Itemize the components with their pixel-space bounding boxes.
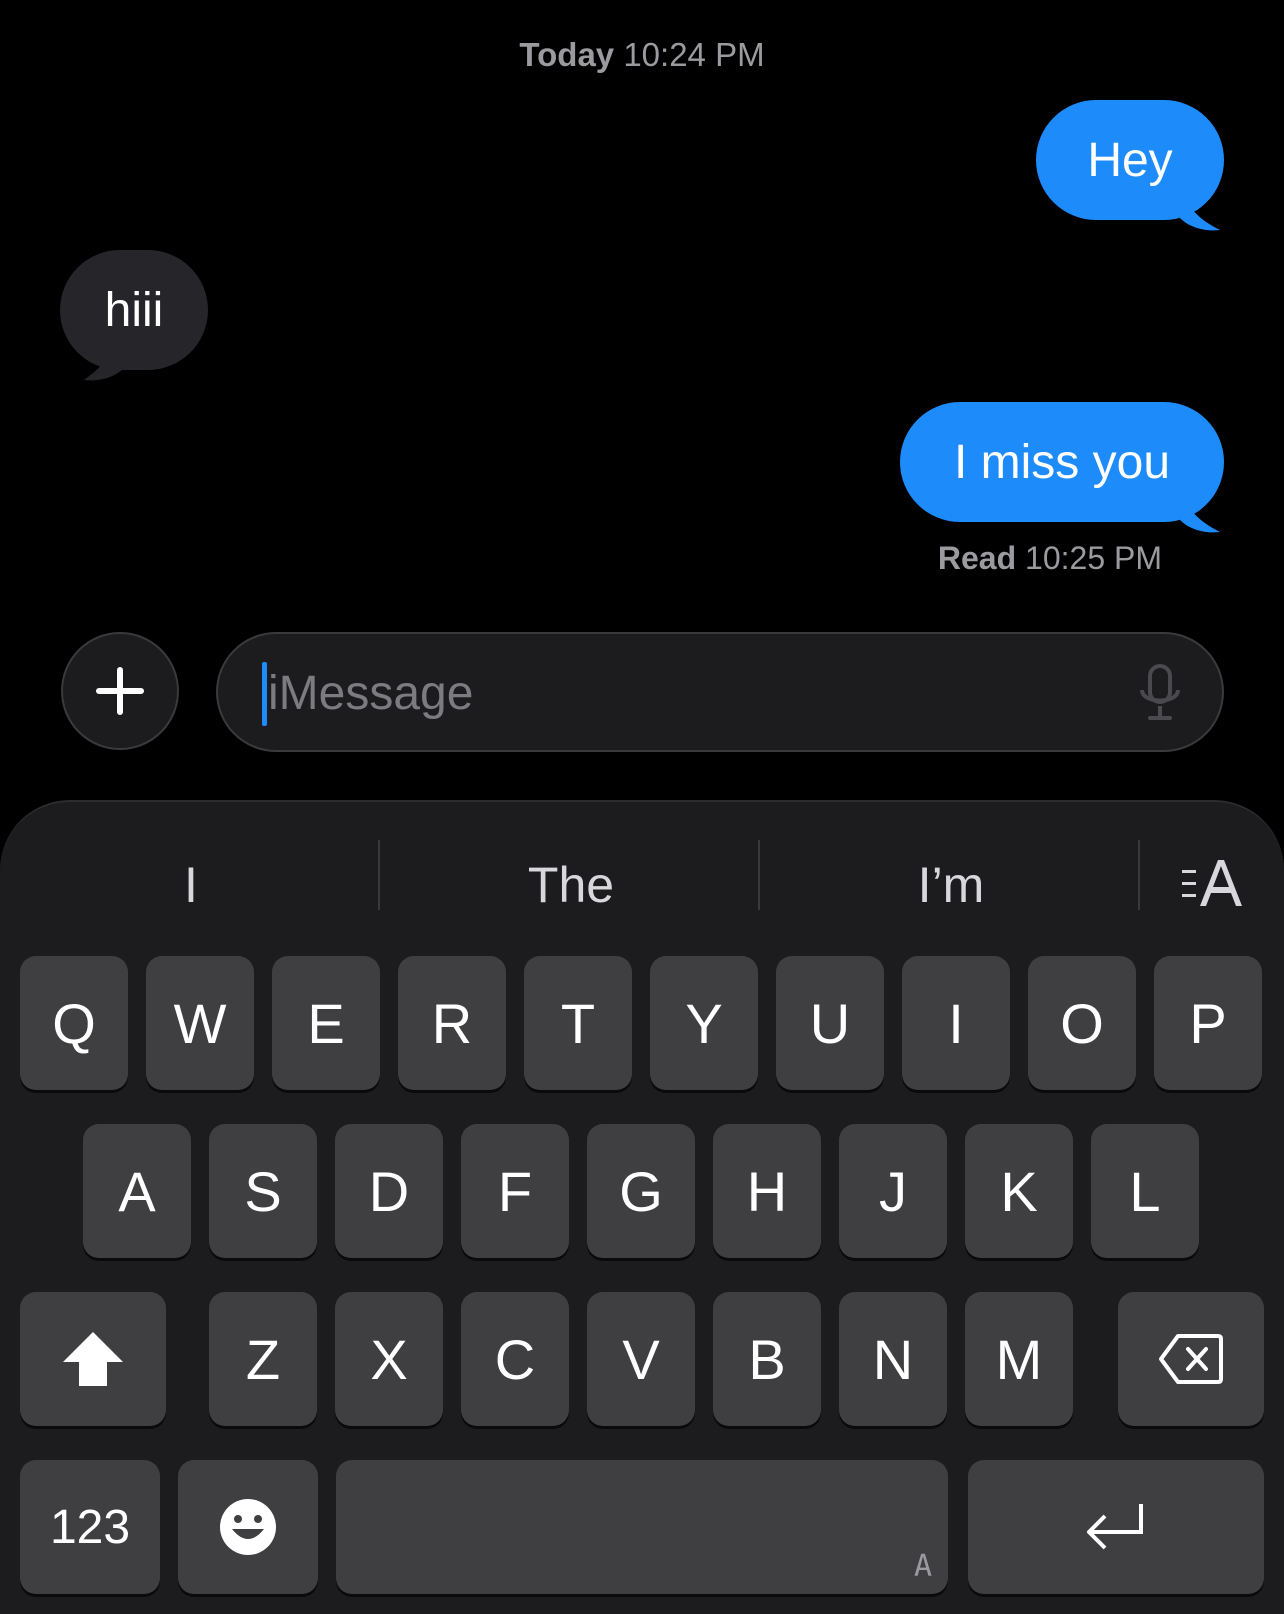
read-time: 10:25 PM — [1025, 540, 1162, 576]
microphone-icon[interactable] — [1138, 664, 1182, 724]
emoji-icon — [220, 1499, 276, 1555]
key-l[interactable]: L — [1091, 1124, 1199, 1258]
key-h[interactable]: H — [713, 1124, 821, 1258]
plus-icon — [96, 667, 144, 715]
key-label: C — [494, 1327, 536, 1391]
return-arrow-icon — [1087, 1504, 1143, 1550]
key-label: U — [809, 991, 851, 1055]
key-label: Z — [245, 1327, 281, 1391]
read-receipt: Read 10:25 PM — [938, 540, 1162, 577]
key-label: R — [431, 991, 473, 1055]
key-f[interactable]: F — [461, 1124, 569, 1258]
key-label: Y — [685, 991, 723, 1055]
key-label: X — [370, 1327, 408, 1391]
timestamp-time: 10:24 PM — [623, 36, 765, 73]
key-label: F — [497, 1159, 533, 1223]
key-i[interactable]: I — [902, 956, 1010, 1090]
key-label: K — [1000, 1159, 1038, 1223]
suggestion-2[interactable]: The — [388, 840, 754, 930]
key-r[interactable]: R — [398, 956, 506, 1090]
key-x[interactable]: X — [335, 1292, 443, 1426]
read-label: Read — [937, 540, 1017, 576]
message-text: I miss you — [953, 435, 1171, 489]
text-caret — [262, 662, 267, 726]
key-label: W — [173, 991, 227, 1055]
key-o[interactable]: O — [1028, 956, 1136, 1090]
bubble-tail — [84, 340, 124, 381]
key-label: 123 — [49, 1500, 131, 1554]
key-e[interactable]: E — [272, 956, 380, 1090]
return-key[interactable] — [968, 1460, 1264, 1594]
key-u[interactable]: U — [776, 956, 884, 1090]
key-label: B — [748, 1327, 786, 1391]
key-label: O — [1060, 991, 1104, 1055]
shift-arrow-icon — [63, 1332, 123, 1386]
key-p[interactable]: P — [1154, 956, 1262, 1090]
timestamp-day: Today — [519, 36, 615, 73]
backspace-icon — [1159, 1334, 1223, 1384]
key-label: J — [879, 1159, 907, 1223]
message-text: Hey — [1087, 133, 1173, 187]
divider — [758, 840, 760, 910]
key-g[interactable]: G — [587, 1124, 695, 1258]
emoji-key[interactable] — [178, 1460, 318, 1594]
outgoing-message-bubble[interactable]: I miss you — [900, 402, 1224, 522]
key-label: A — [118, 1159, 156, 1223]
key-label: E — [307, 991, 345, 1055]
key-n[interactable]: N — [839, 1292, 947, 1426]
suggestion-1[interactable]: I — [8, 840, 374, 930]
key-label: V — [622, 1327, 660, 1391]
numbers-key[interactable]: 123 — [20, 1460, 160, 1594]
key-z[interactable]: Z — [209, 1292, 317, 1426]
key-label: D — [368, 1159, 410, 1223]
key-t[interactable]: T — [524, 956, 632, 1090]
key-label: S — [244, 1159, 282, 1223]
key-b[interactable]: B — [713, 1292, 821, 1426]
key-label: M — [995, 1327, 1043, 1391]
bubble-tail — [1180, 492, 1220, 533]
key-label: L — [1129, 1159, 1161, 1223]
divider — [1138, 840, 1140, 910]
key-m[interactable]: M — [965, 1292, 1073, 1426]
key-s[interactable]: S — [209, 1124, 317, 1258]
conversation-timestamp: Today 10:24 PM — [0, 36, 1284, 74]
suggestion-label: I — [184, 857, 198, 913]
suggestion-label: I’m — [917, 857, 985, 913]
key-v[interactable]: V — [587, 1292, 695, 1426]
key-label: Q — [52, 991, 96, 1055]
key-label: T — [560, 991, 596, 1055]
delete-key[interactable] — [1118, 1292, 1264, 1426]
space-bar[interactable]: A — [336, 1460, 948, 1594]
message-input[interactable]: iMessage — [216, 632, 1224, 752]
message-placeholder: iMessage — [268, 667, 474, 720]
key-k[interactable]: K — [965, 1124, 1073, 1258]
key-c[interactable]: C — [461, 1292, 569, 1426]
key-j[interactable]: J — [839, 1124, 947, 1258]
add-attachment-button[interactable] — [61, 632, 179, 750]
key-label: P — [1189, 991, 1227, 1055]
key-w[interactable]: W — [146, 956, 254, 1090]
suggestion-label: The — [527, 857, 615, 913]
key-d[interactable]: D — [335, 1124, 443, 1258]
divider — [378, 840, 380, 910]
shift-key[interactable] — [20, 1292, 166, 1426]
bubble-tail — [1180, 190, 1220, 231]
key-a[interactable]: A — [83, 1124, 191, 1258]
suggestion-3[interactable]: I’m — [768, 840, 1134, 930]
key-q[interactable]: Q — [20, 956, 128, 1090]
key-label: N — [872, 1327, 914, 1391]
space-bar-mark: A — [913, 1549, 932, 1584]
message-text: hiii — [104, 283, 164, 337]
key-y[interactable]: Y — [650, 956, 758, 1090]
key-label: H — [746, 1159, 788, 1223]
key-label: G — [619, 1159, 663, 1223]
key-label: I — [948, 991, 964, 1055]
text-format-icon[interactable] — [1180, 856, 1244, 910]
